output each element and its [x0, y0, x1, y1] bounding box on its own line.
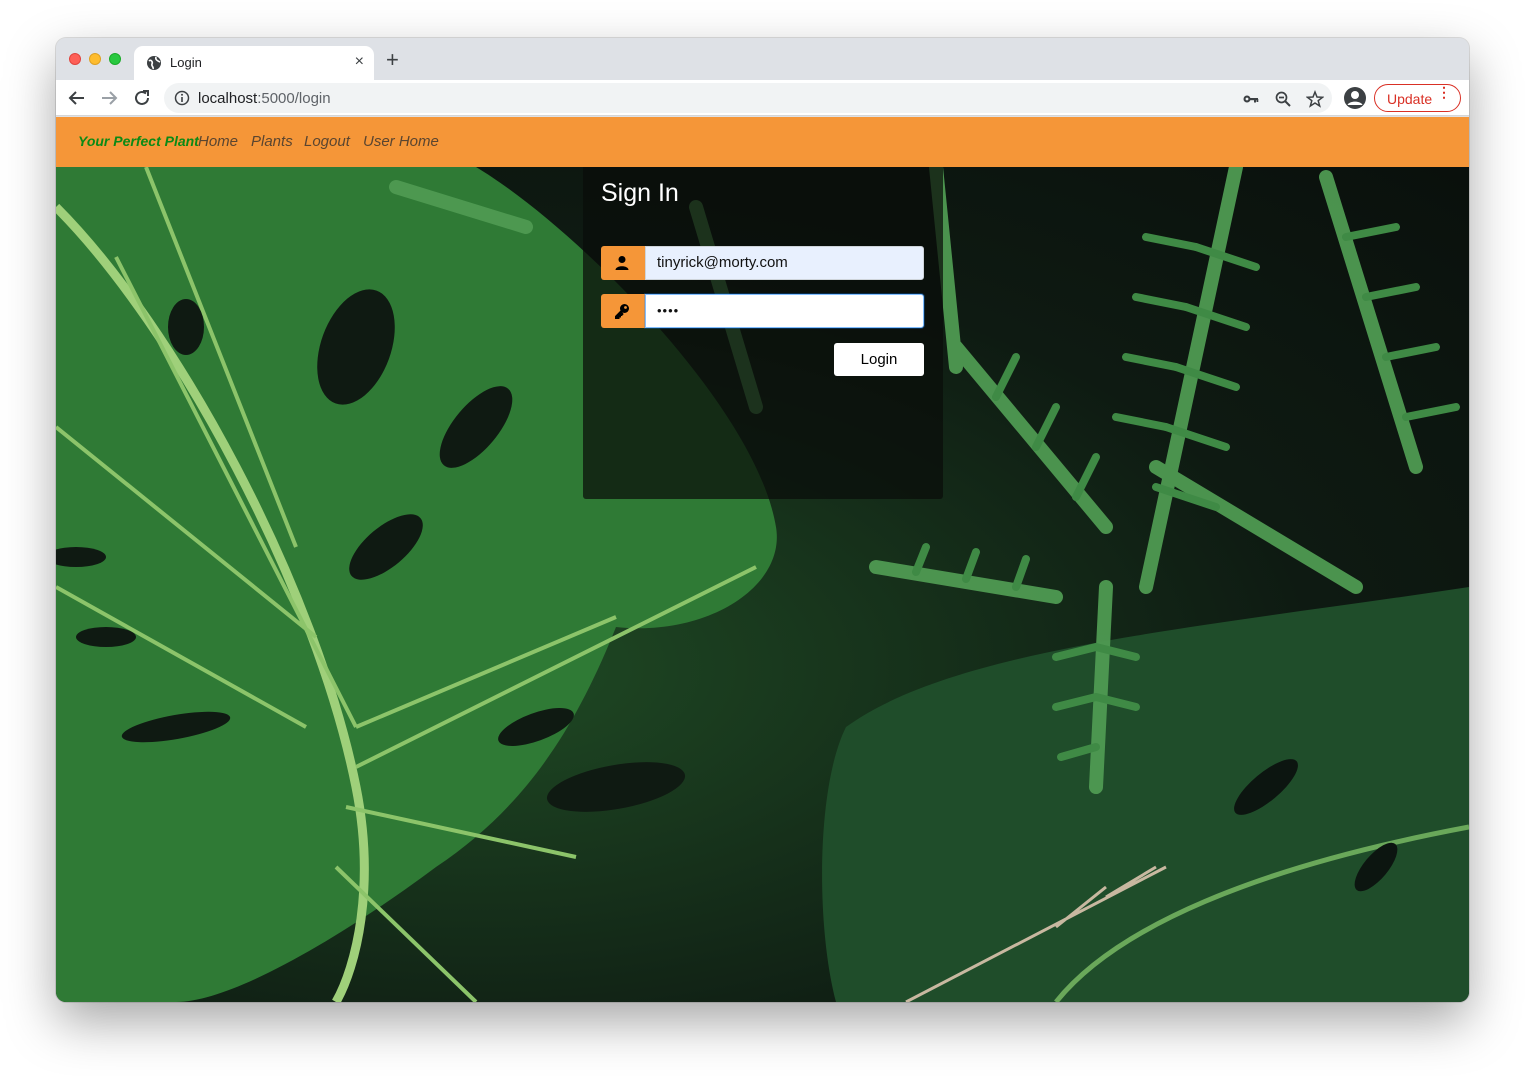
url-host: localhost	[198, 90, 258, 107]
forward-icon[interactable]	[98, 87, 120, 109]
nav-link-plants[interactable]: Plants	[251, 133, 293, 150]
password-field-group: ••••	[601, 294, 924, 328]
info-icon[interactable]	[174, 90, 190, 106]
back-icon[interactable]	[66, 87, 88, 109]
key-icon[interactable]	[1242, 90, 1260, 108]
password-addon	[601, 294, 645, 328]
new-tab-button[interactable]: +	[386, 49, 399, 71]
brand-link[interactable]: Your Perfect Plant	[78, 133, 199, 149]
address-bar[interactable]: localhost:5000/login	[164, 83, 1332, 113]
maximize-window-button[interactable]	[109, 53, 121, 65]
update-label: Update	[1387, 91, 1433, 107]
reload-icon[interactable]	[131, 87, 153, 109]
close-window-button[interactable]	[69, 53, 81, 65]
tab-login[interactable]: Login ×	[134, 46, 374, 80]
nav-link-logout[interactable]: Logout	[304, 133, 350, 150]
zoom-out-icon[interactable]	[1274, 90, 1292, 108]
login-panel: Sign In tinyrick@morty.com •••• Login	[583, 167, 943, 499]
email-input[interactable]: tinyrick@morty.com	[645, 246, 924, 280]
sign-in-heading: Sign In	[601, 179, 679, 207]
tab-close-button[interactable]: ×	[355, 53, 364, 71]
page-viewport: Your Perfect Plant Home Plants Logout Us…	[56, 117, 1469, 1002]
nav-link-user-home[interactable]: User Home	[363, 133, 439, 150]
star-icon[interactable]	[1306, 90, 1324, 108]
key-icon	[615, 304, 629, 319]
user-icon	[615, 256, 629, 270]
password-input[interactable]: ••••	[645, 294, 924, 328]
login-button[interactable]: Login	[834, 343, 924, 376]
nav-link-home[interactable]: Home	[198, 133, 238, 150]
tab-strip: Login × +	[56, 38, 1469, 80]
browser-toolbar: localhost:5000/login Update ⋮	[56, 80, 1469, 116]
site-navbar: Your Perfect Plant Home Plants Logout Us…	[56, 117, 1469, 167]
url-text: localhost:5000/login	[198, 90, 331, 107]
email-field-group: tinyrick@morty.com	[601, 246, 924, 280]
menu-dots-icon[interactable]: ⋮	[1437, 85, 1451, 99]
tab-title: Login	[170, 55, 202, 70]
minimize-window-button[interactable]	[89, 53, 101, 65]
update-button[interactable]: Update ⋮	[1374, 84, 1461, 112]
email-addon	[601, 246, 645, 280]
browser-window: Login × + localhost:5000/login Update ⋮ …	[56, 38, 1469, 1002]
url-path: :5000/login	[257, 90, 331, 107]
globe-icon	[147, 56, 161, 70]
profile-icon[interactable]	[1343, 86, 1367, 110]
